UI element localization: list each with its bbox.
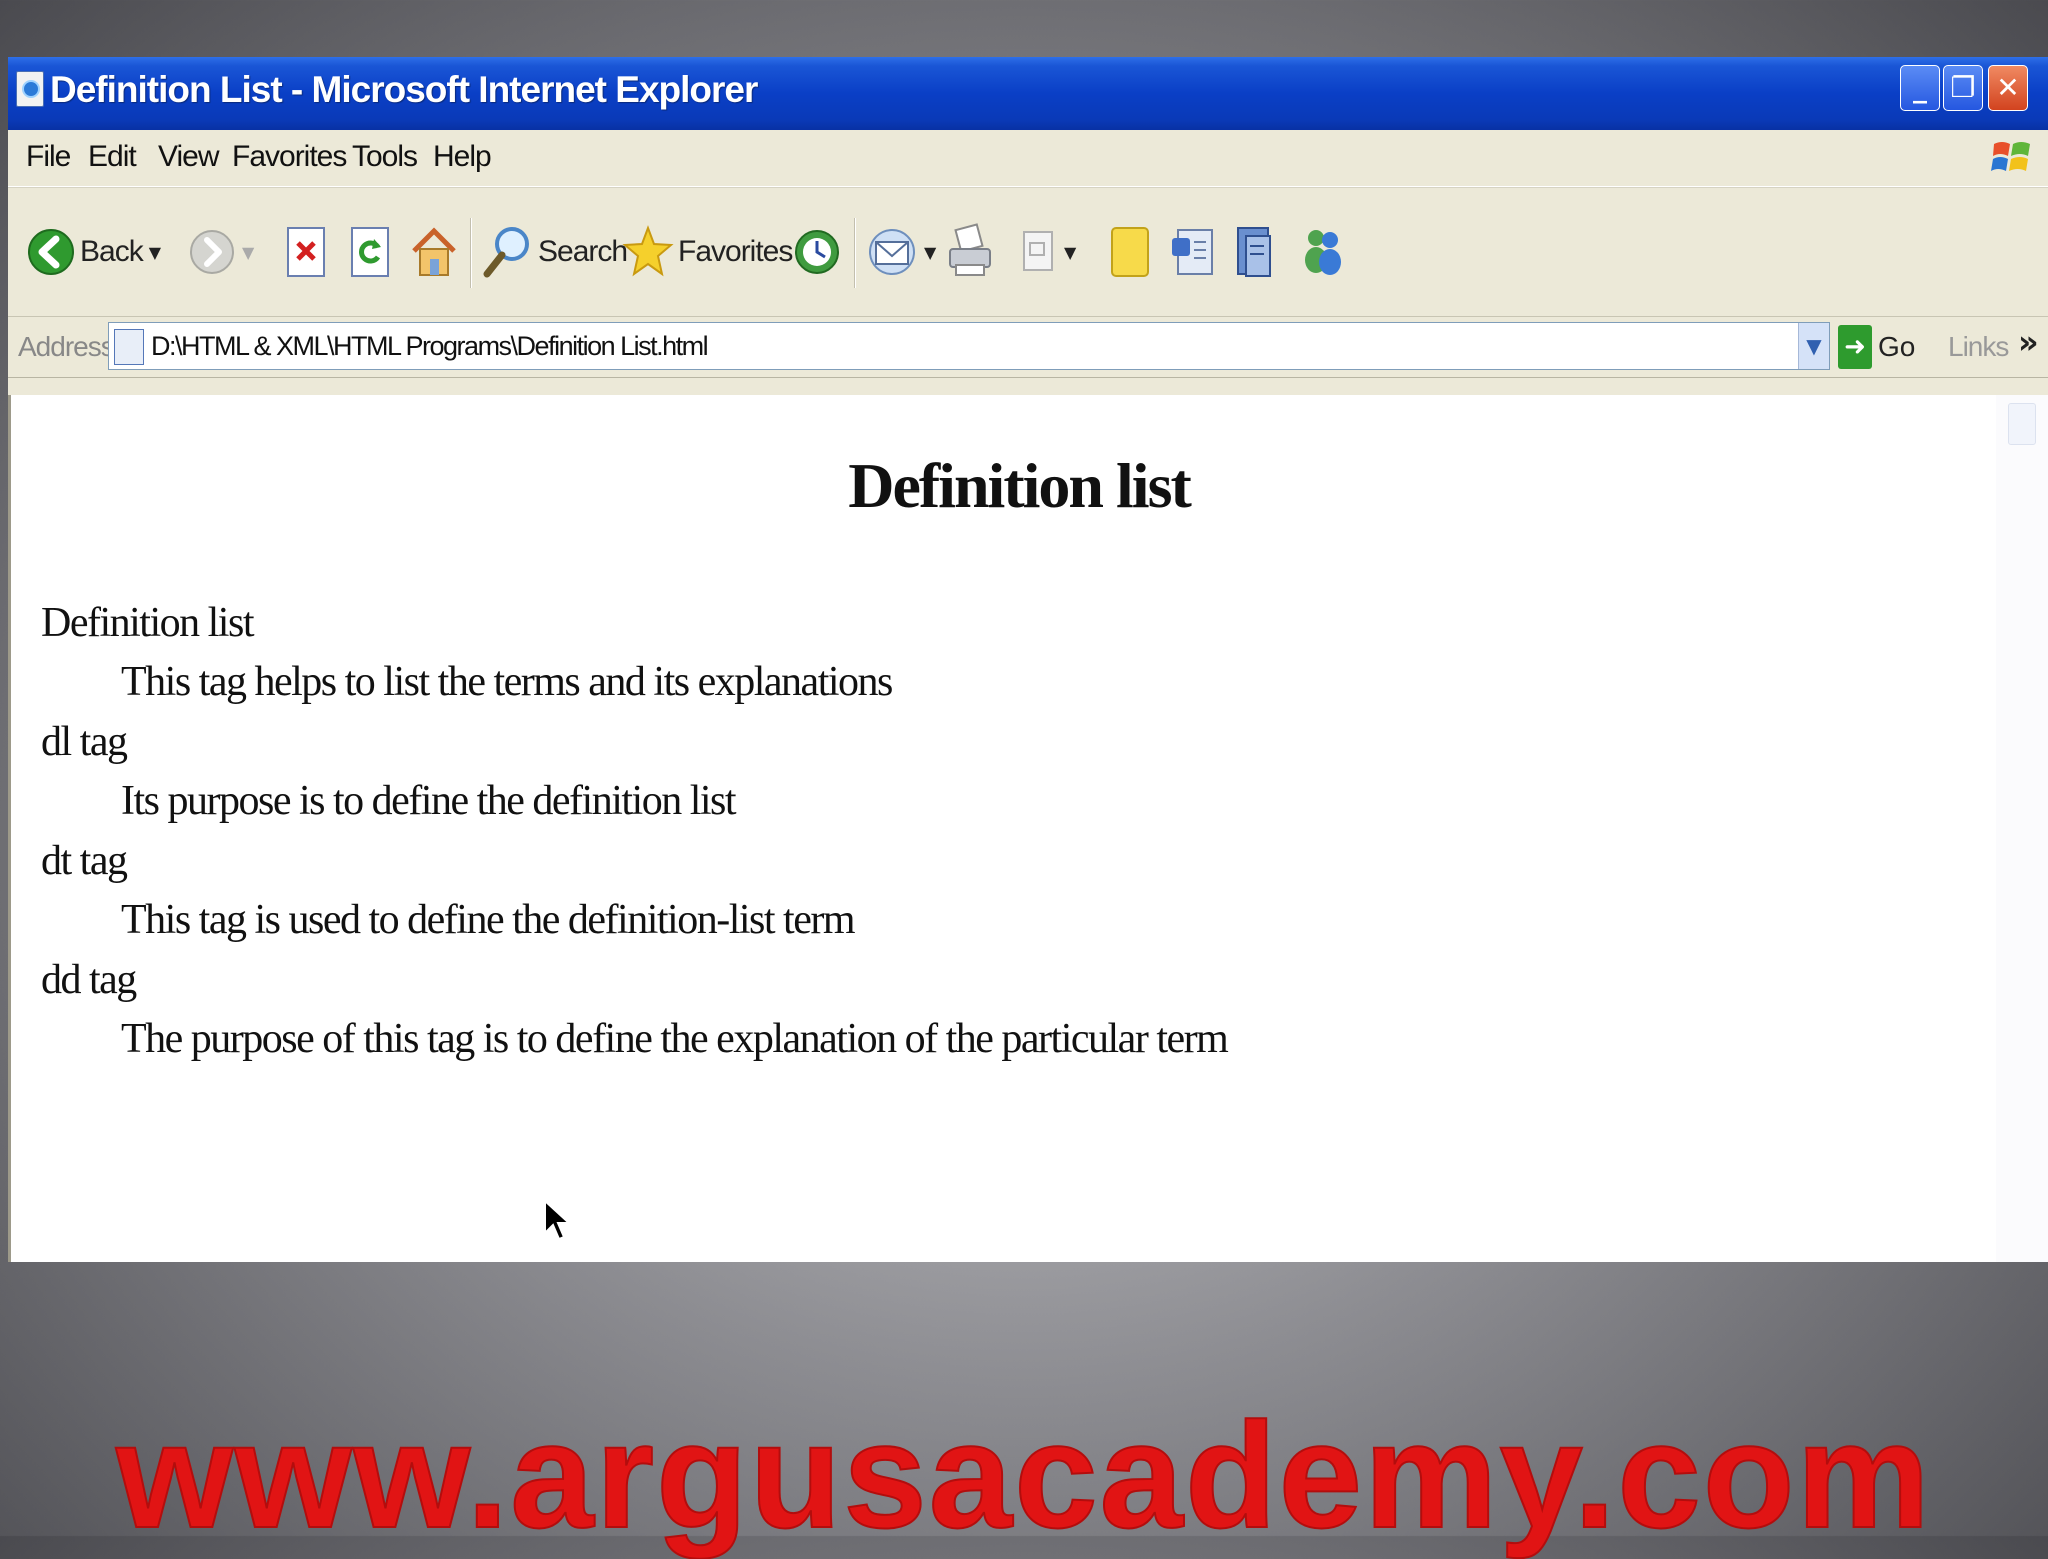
page-content: Definition list Definition list This tag… <box>8 395 2048 1262</box>
refresh-icon <box>351 227 389 277</box>
back-dropdown-arrow-icon[interactable]: ▼ <box>149 243 161 262</box>
go-button[interactable]: ➜ Go <box>1838 325 1915 369</box>
messenger-icon <box>1172 229 1213 275</box>
address-url[interactable]: D:\HTML & XML\HTML Programs\Definition L… <box>151 331 709 362</box>
browser-window: Definition List - Microsoft Internet Exp… <box>8 57 2048 1262</box>
go-label: Go <box>1878 331 1916 362</box>
mail-icon <box>869 229 915 275</box>
mail-button[interactable]: ▼ <box>866 210 936 294</box>
home-icon <box>412 227 456 276</box>
more-chevron-icon[interactable]: » <box>2018 323 2039 361</box>
ie-page-icon <box>16 71 44 107</box>
definition-term: dt tag <box>41 838 128 884</box>
print-icon <box>949 223 991 276</box>
definition-description: This tag is used to define the definitio… <box>121 897 856 943</box>
msn-icon <box>1305 230 1341 275</box>
forward-icon <box>190 230 234 274</box>
back-button[interactable]: Back ▼ <box>26 210 161 294</box>
back-label: Back <box>80 235 144 268</box>
menu-file[interactable]: File <box>26 140 71 174</box>
research-icon <box>1237 227 1271 277</box>
standard-toolbar: Back ▼ ▼ Search Favorites ▼ ▼ <box>8 187 2048 317</box>
definition-description: This tag helps to list the terms and its… <box>121 659 893 705</box>
address-bar: Address D:\HTML & XML\HTML Programs\Defi… <box>8 317 2048 378</box>
mail-dropdown-arrow-icon[interactable]: ▼ <box>924 243 936 262</box>
stop-button[interactable] <box>284 210 328 294</box>
search-icon <box>483 227 529 278</box>
maximize-button[interactable]: ❐ <box>1943 65 1983 111</box>
favorites-label: Favorites <box>678 235 793 268</box>
history-button[interactable] <box>792 210 842 294</box>
address-input[interactable]: D:\HTML & XML\HTML Programs\Definition L… <box>108 322 1830 370</box>
forward-button[interactable]: ▼ <box>188 210 254 294</box>
search-label: Search <box>538 235 628 268</box>
research-button[interactable] <box>1230 210 1280 294</box>
windows-logo-icon <box>1991 142 2030 171</box>
page-icon <box>114 329 144 365</box>
address-label: Address <box>18 331 115 362</box>
title-bar: Definition List - Microsoft Internet Exp… <box>8 57 2048 130</box>
watermark-text: www.argusacademy.com <box>115 1391 1932 1559</box>
edit-dropdown-arrow-icon[interactable]: ▼ <box>1064 243 1076 262</box>
mouse-pointer-icon <box>544 1199 571 1241</box>
window-title: Definition List - Microsoft Internet Exp… <box>50 69 758 110</box>
notes-button[interactable] <box>1106 210 1154 294</box>
vertical-scrollbar[interactable] <box>1996 395 2048 1262</box>
definition-term: dl tag <box>41 719 128 765</box>
back-icon <box>28 229 74 275</box>
refresh-button[interactable] <box>348 210 392 294</box>
edit-button[interactable]: ▼ <box>1018 210 1076 294</box>
definition-term: dd tag <box>41 957 137 1003</box>
home-button[interactable] <box>408 210 460 294</box>
definition-term: Definition list <box>41 600 255 646</box>
links-button[interactable]: Links <box>1948 331 2009 363</box>
messenger-button[interactable] <box>1168 210 1220 294</box>
edit-icon <box>1023 231 1053 271</box>
address-dropdown-icon[interactable]: ▼ <box>1798 323 1829 369</box>
menu-favorites[interactable]: Favorites <box>232 140 347 174</box>
page-heading: Definition list <box>848 450 1192 521</box>
print-button[interactable] <box>944 210 996 294</box>
favorites-star-icon <box>622 225 674 277</box>
search-button[interactable]: Search <box>480 210 628 294</box>
definition-list: Definition list This tag helps to list t… <box>41 593 1229 1069</box>
close-button[interactable]: ✕ <box>1988 65 2028 111</box>
minimize-button[interactable]: _ <box>1900 65 1940 111</box>
go-arrow-icon: ➜ <box>1838 325 1872 369</box>
menu-tools[interactable]: Tools <box>352 140 418 174</box>
notes-icon <box>1111 227 1149 277</box>
stop-icon <box>287 227 325 277</box>
scroll-up-arrow-icon[interactable] <box>2008 403 2036 445</box>
menu-help[interactable]: Help <box>433 140 492 174</box>
forward-dropdown-arrow-icon[interactable]: ▼ <box>242 243 254 262</box>
favorites-button[interactable]: Favorites <box>622 210 793 294</box>
definition-description: The purpose of this tag is to define the… <box>121 1016 1229 1062</box>
menu-edit[interactable]: Edit <box>88 140 137 174</box>
definition-description: Its purpose is to define the definition … <box>121 778 737 824</box>
history-icon <box>795 230 839 274</box>
msn-button[interactable] <box>1298 210 1348 294</box>
menu-view[interactable]: View <box>158 140 219 174</box>
menu-bar: File Edit View Favorites Tools Help <box>8 130 2048 187</box>
